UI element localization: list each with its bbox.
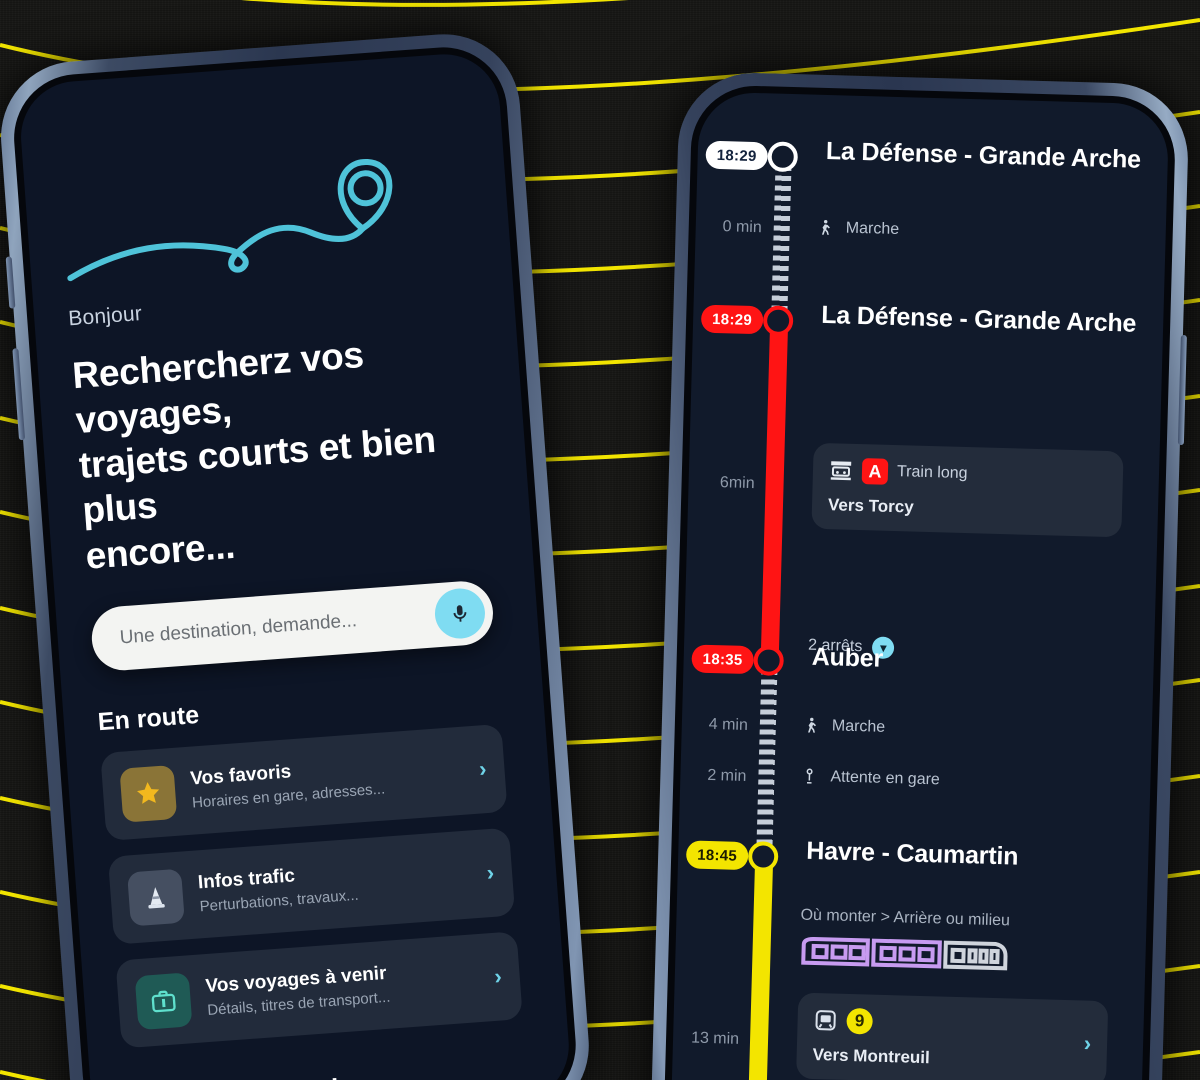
timeline-stop-name-4[interactable]: Havre - Caumartin — [806, 837, 1019, 872]
timeline-mode-label: Attente en gare — [830, 768, 941, 789]
timeline-duration-leg-2: 6min — [719, 474, 755, 493]
rer-icon — [830, 461, 852, 481]
timeline-node-stop-3 — [753, 645, 785, 676]
phone-left-screen: Bonjour Rechercherz vos voyages, trajets… — [17, 50, 573, 1080]
suitcase-icon — [134, 971, 193, 1030]
timeline-stop-name-2[interactable]: La Défense - Grande Arche — [821, 301, 1137, 339]
chevron-right-icon[interactable]: › — [478, 756, 487, 782]
phone-left: Bonjour Rechercherz vos voyages, trajets… — [0, 28, 595, 1080]
traffic-cone-icon — [127, 868, 185, 927]
microphone-icon — [453, 604, 467, 622]
timeline-mode-label: Marche — [845, 219, 900, 239]
line-badge-metro-9: 9 — [846, 1007, 873, 1035]
phone-right: 18:29 La Défense - Grande Arche 0 min Ma… — [649, 70, 1190, 1080]
star-icon — [119, 764, 178, 823]
line-badge-rer-a: A — [861, 458, 889, 485]
timeline-mode-label: Marche — [831, 717, 886, 736]
chevron-right-icon[interactable]: › — [486, 859, 495, 885]
timeline-node-stop-2 — [762, 305, 794, 337]
page-title: Rechercherz vos voyages, trajets courts … — [71, 324, 488, 578]
timeline-duration-leg-4: 2 min — [707, 766, 747, 786]
timeline-duration-leg-5: 13 min — [690, 1029, 740, 1048]
timeline-duration-leg-3: 4 min — [708, 715, 749, 735]
timeline-stop-name-3[interactable]: Auber — [811, 643, 883, 674]
rail-segment-rer-a — [760, 321, 789, 662]
section-title-voyager-moins-cher: Voyager moins cher — [125, 1059, 528, 1080]
rail-segment-walk-2 — [756, 659, 778, 860]
rail-segment-metro-9 — [746, 855, 774, 1080]
journey-line-card-metro-9[interactable]: 9 Vers Montreuil › — [796, 992, 1109, 1080]
journey-line-card-rer-a[interactable]: A Train long Vers Torcy — [811, 442, 1124, 538]
timeline-node-stop-4 — [747, 841, 779, 872]
timeline-time-stop-2: 18:29 — [700, 304, 764, 335]
timeline-stop-name-1[interactable]: La Défense - Grande Arche — [826, 137, 1142, 175]
chevron-right-icon[interactable]: › — [1083, 1031, 1091, 1057]
metro-direction-label: Vers Montreuil — [812, 1044, 931, 1068]
walking-icon — [821, 219, 830, 235]
search-input[interactable]: Une destination, demande... — [119, 604, 436, 649]
timeline-mode-leg-4: Attente en gare — [800, 766, 940, 792]
train-length-label: Train long — [896, 463, 968, 483]
list-item-voyages-a-venir[interactable]: Vos voyages à venir Détails, titres de t… — [115, 930, 523, 1049]
route-pin-logo — [67, 159, 393, 282]
search-bar[interactable]: Une destination, demande... — [89, 578, 496, 673]
timeline-time-stop-1: 18:29 — [705, 140, 769, 171]
greeting-text: Bonjour — [67, 302, 143, 331]
list-item-favoris[interactable]: Vos favoris Horaires en gare, adresses..… — [100, 723, 508, 841]
boarding-hint: Où monter > Arrière ou milieu — [800, 906, 1011, 930]
timeline-duration-leg-1: 0 min — [722, 218, 762, 237]
microphone-button[interactable] — [433, 586, 487, 640]
timeline-time-stop-4: 18:45 — [685, 840, 749, 871]
walking-icon — [808, 717, 817, 733]
list-item-infos-trafic[interactable]: Infos trafic Perturbations, travaux... › — [107, 827, 516, 945]
timeline-mode-leg-3: Marche — [802, 715, 886, 739]
timeline-mode-leg-1: Marche — [815, 217, 899, 241]
train-direction-label: Vers Torcy — [827, 495, 914, 517]
phone-right-screen: 18:29 La Défense - Grande Arche 0 min Ma… — [670, 91, 1170, 1080]
timeline-time-stop-3: 18:35 — [691, 644, 754, 675]
chevron-right-icon[interactable]: › — [493, 963, 502, 989]
waiting-icon — [806, 768, 813, 784]
train-cars-icon — [799, 933, 1010, 975]
rail-segment-walk-1 — [771, 155, 792, 326]
timeline-node-stop-1 — [767, 141, 799, 173]
metro-icon — [815, 1010, 836, 1031]
